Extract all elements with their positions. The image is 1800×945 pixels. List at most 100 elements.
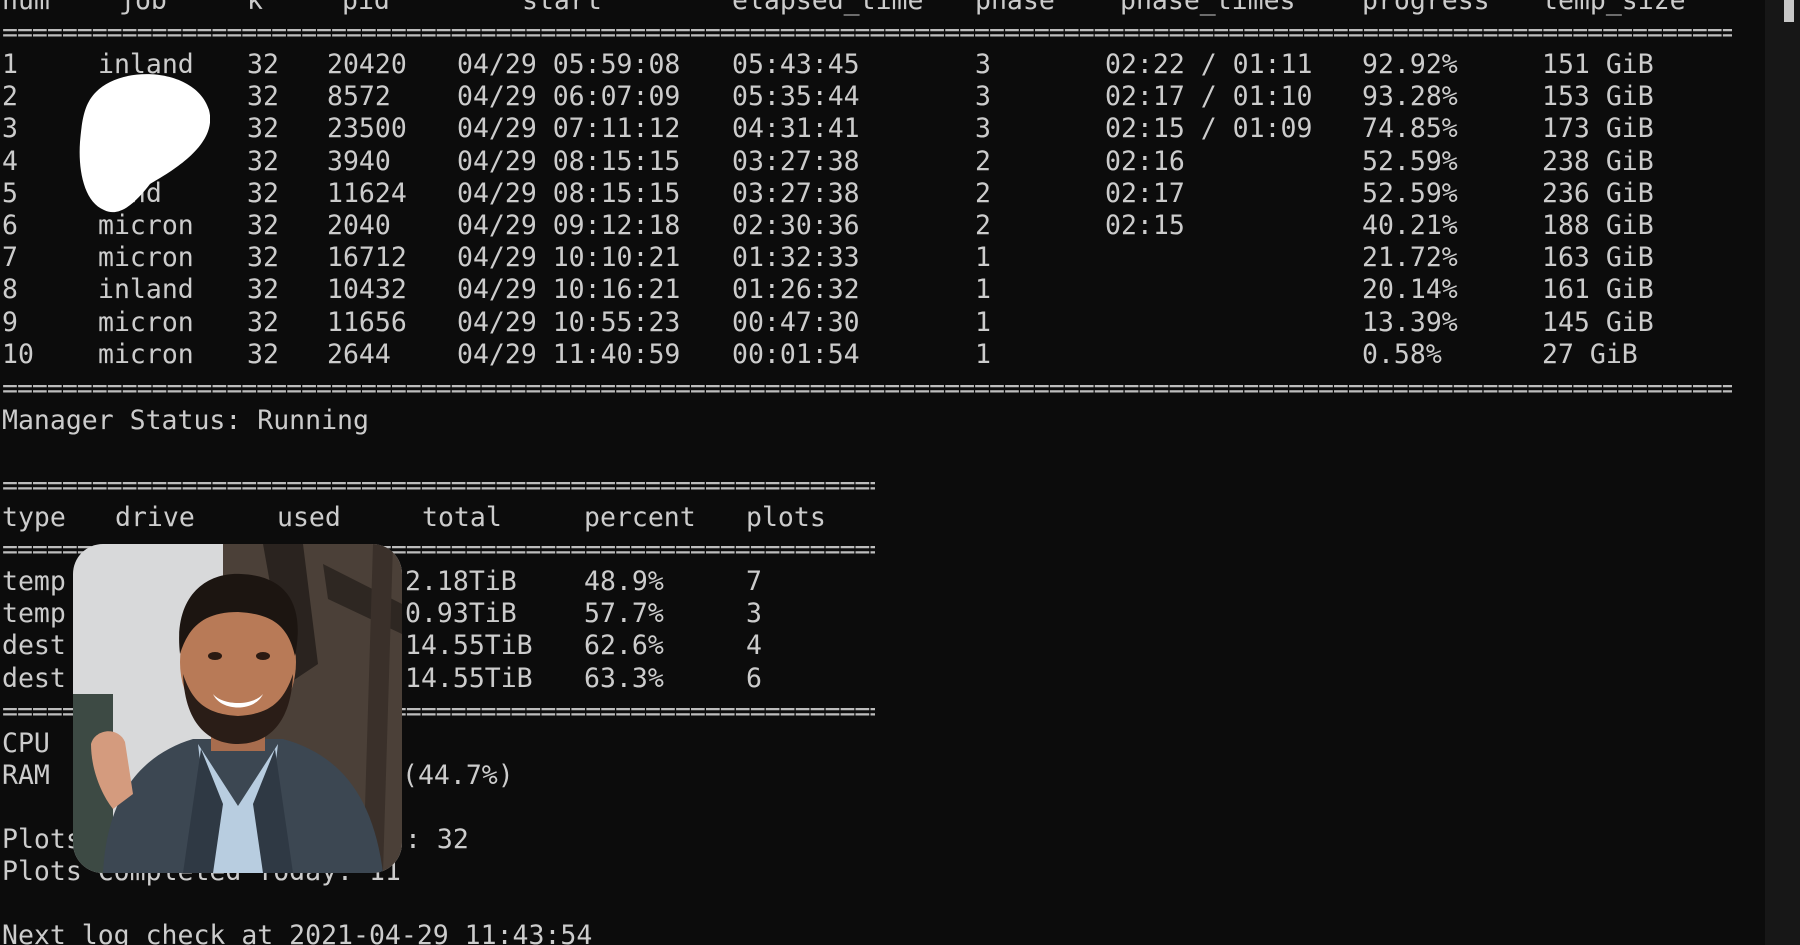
ram-label: RAM [2, 760, 50, 791]
job-cell: 11624 [327, 177, 407, 209]
job-cell: 16712 [327, 242, 407, 274]
job-cell: 8572 [327, 81, 391, 113]
job-cell: micron [98, 338, 194, 370]
job-cell: 1 [975, 338, 991, 370]
job-cell: 04/29 10:55:23 [457, 306, 681, 338]
job-cell: 00:01:54 [732, 338, 860, 370]
white-blob-shape [79, 74, 210, 212]
separator-line: ========================================… [2, 17, 1732, 48]
header-job: job [119, 0, 167, 16]
job-cell: 02:16 [1105, 145, 1185, 177]
header-pid: pid [342, 0, 390, 16]
job-cell: 20.14% [1362, 274, 1458, 306]
drive-cell: 3 [746, 598, 762, 630]
job-cell: 188 GiB [1542, 210, 1654, 241]
next-log-check: Next log check at 2021-04-29 11:43:54 [2, 920, 593, 945]
job-cell: 32 [247, 177, 279, 209]
job-cell: 2040 [327, 210, 391, 241]
header-type: type [2, 502, 66, 533]
drive-cell: 48.9% [584, 566, 664, 597]
job-cell: 2 [2, 81, 18, 113]
plots-in-progress-line: Plots : 32 [2, 824, 469, 856]
job-cell: 04/29 09:12:18 [457, 210, 681, 241]
job-cell: 27 GiB [1542, 338, 1638, 370]
job-cell: 32 [247, 81, 279, 113]
job-cell: 13.39% [1362, 306, 1458, 338]
drive-cell: dest [2, 662, 66, 694]
job-cell: 04/29 10:10:21 [457, 242, 681, 274]
job-cell: 145 GiB [1542, 306, 1654, 338]
job-cell: 92.92% [1362, 49, 1458, 80]
cpu-usage-line: CPU [2, 728, 50, 759]
drive-cell: temp [2, 598, 66, 630]
job-cell: 32 [247, 49, 279, 80]
job-cell: 3 [975, 81, 991, 113]
plots-label: Plots [2, 824, 82, 855]
job-cell: 02:15 / 01:09 [1105, 113, 1313, 145]
job-cell: 04/29 08:15:15 [457, 145, 681, 177]
drive-cell: 7 [746, 566, 762, 597]
job-cell: 3 [975, 49, 991, 80]
job-cell: 01:32:33 [732, 242, 860, 274]
job-cell: 10432 [327, 274, 407, 306]
drive-cell: 14.55TiB [405, 662, 533, 694]
job-cell: 32 [247, 113, 279, 145]
job-cell: 1 [975, 242, 991, 274]
job-cell: 40.21% [1362, 210, 1458, 241]
job-cell: micron [98, 242, 194, 274]
job-cell: 151 GiB [1542, 49, 1654, 80]
job-cell: 23500 [327, 113, 407, 145]
job-cell: 236 GiB [1542, 177, 1654, 209]
job-cell: 02:15 [1105, 210, 1185, 241]
job-cell: 9 [2, 306, 18, 338]
job-cell: inland [98, 274, 194, 306]
job-cell: 32 [247, 242, 279, 274]
terminal-window: num job k pid start elapsed_time phase p… [0, 0, 1765, 945]
header-used: used [277, 502, 341, 533]
job-cell: 03:27:38 [732, 177, 860, 209]
job-cell: 3940 [327, 145, 391, 177]
job-cell: 93.28% [1362, 81, 1458, 113]
drive-cell: 62.6% [584, 630, 664, 662]
job-cell: 6 [2, 210, 18, 241]
job-cell: 32 [247, 274, 279, 306]
job-cell: 10 [2, 338, 34, 370]
scrollbar-thumb[interactable] [1784, 0, 1794, 22]
header-k: k [247, 0, 263, 16]
header-phase: phase [975, 0, 1055, 16]
header-phase-times: phase_times [1120, 0, 1296, 16]
job-cell: 00:47:30 [732, 306, 860, 338]
header-start: start [522, 0, 602, 16]
header-progress: progress [1362, 0, 1490, 16]
job-cell: 2 [975, 177, 991, 209]
job-cell: 32 [247, 338, 279, 370]
vertical-scrollbar[interactable] [1765, 0, 1800, 945]
job-cell: 04/29 10:16:21 [457, 274, 681, 306]
manager-status: Manager Status: Running [2, 405, 369, 436]
job-cell: 52.59% [1362, 177, 1458, 209]
header-num: num [2, 0, 50, 16]
job-cell: 163 GiB [1542, 242, 1654, 274]
drive-cell: 14.55TiB [405, 630, 533, 662]
job-cell: 0.58% [1362, 338, 1442, 370]
job-cell: 32 [247, 145, 279, 177]
job-cell: 1 [975, 274, 991, 306]
job-cell: 04/29 11:40:59 [457, 338, 681, 370]
drive-cell: 2.18TiB [405, 566, 517, 597]
job-cell: 02:30:36 [732, 210, 860, 241]
job-cell: 52.59% [1362, 145, 1458, 177]
job-cell: 04/29 07:11:12 [457, 113, 681, 145]
job-cell: 3 [975, 113, 991, 145]
job-cell: 4 [2, 145, 18, 177]
job-cell: 05:35:44 [732, 81, 860, 113]
job-cell: 02:17 / 01:10 [1105, 81, 1313, 113]
job-cell: 32 [247, 210, 279, 241]
job-cell: 3 [2, 113, 18, 145]
job-cell: micron [98, 306, 194, 338]
drive-cell: 0.93TiB [405, 598, 517, 630]
job-cell: 04:31:41 [732, 113, 860, 145]
job-cell: 173 GiB [1542, 113, 1654, 145]
job-cell: 238 GiB [1542, 145, 1654, 177]
drive-cell: 4 [746, 630, 762, 662]
job-cell: 04/29 06:07:09 [457, 81, 681, 113]
